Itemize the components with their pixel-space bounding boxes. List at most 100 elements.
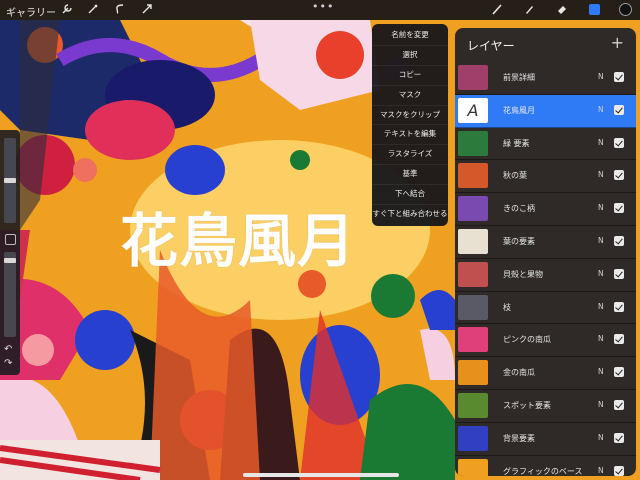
layer-name: 金の南瓜 — [503, 368, 535, 378]
layers-icon[interactable] — [589, 4, 600, 15]
brush-size-slider[interactable] — [4, 138, 16, 223]
layer-visibility-checkbox[interactable] — [614, 432, 624, 443]
layer-row[interactable]: スポット要素 N — [455, 390, 636, 423]
add-layer-button[interactable]: + — [611, 33, 624, 52]
brush-size-thumb[interactable] — [4, 178, 16, 183]
blend-mode-button[interactable]: N — [598, 138, 604, 147]
layer-row[interactable]: A 花鳥風月 N — [455, 94, 636, 128]
layer-row[interactable]: 葉の要素 N — [455, 226, 636, 259]
more-options-icon[interactable]: ••• — [312, 0, 334, 13]
menu-item-select[interactable]: 選択 — [372, 46, 448, 66]
layer-visibility-checkbox[interactable] — [614, 268, 624, 279]
redo-icon[interactable]: ↷ — [4, 358, 12, 369]
layer-row[interactable]: ピンクの南瓜 N — [455, 324, 636, 358]
undo-icon[interactable]: ↶ — [4, 344, 12, 355]
layer-visibility-checkbox[interactable] — [614, 465, 624, 476]
layer-visibility-checkbox[interactable] — [614, 72, 624, 82]
menu-item-rename[interactable]: 名前を変更 — [372, 26, 448, 46]
layer-name: 背景要素 — [503, 433, 535, 443]
layer-name: ピンクの南瓜 — [503, 335, 551, 345]
menu-item-mask[interactable]: マスク — [372, 86, 448, 106]
layer-name: スポット要素 — [503, 400, 551, 410]
layer-name: 緑 要素 — [503, 138, 530, 148]
layer-context-menu: 名前を変更 選択 コピー マスク マスクをクリップ テキストを編集 ラスタライズ… — [372, 24, 448, 226]
layer-name: きのこ柄 — [503, 204, 535, 214]
layer-name: 葉の要素 — [503, 236, 535, 246]
blend-mode-button[interactable]: N — [598, 72, 604, 81]
opacity-slider[interactable] — [4, 252, 16, 337]
blend-mode-button[interactable]: N — [598, 236, 604, 245]
layer-thumbnail — [458, 392, 488, 418]
blend-mode-button[interactable]: N — [598, 203, 604, 212]
menu-item-copy[interactable]: コピー — [372, 66, 448, 86]
layer-thumbnail — [458, 360, 488, 386]
layer-thumbnail — [458, 130, 488, 156]
brush-icon[interactable] — [490, 3, 504, 17]
layer-visibility-checkbox[interactable] — [614, 104, 624, 115]
layer-thumbnail — [458, 196, 488, 222]
top-toolbar: ギャラリー ••• — [0, 0, 640, 20]
selection-icon[interactable] — [113, 3, 127, 17]
layer-visibility-checkbox[interactable] — [614, 235, 624, 246]
layer-thumbnail — [458, 261, 488, 287]
menu-item-edit-text[interactable]: テキストを編集 — [372, 125, 448, 146]
layer-thumbnail — [458, 65, 488, 90]
layer-name: グラフィックのベース — [503, 466, 583, 476]
layer-row[interactable]: 秋の葉 N — [455, 160, 636, 194]
layers-panel-title: レイヤー — [467, 39, 515, 53]
canvas-text: 花鳥風月 — [120, 207, 357, 275]
blend-mode-button[interactable]: N — [598, 170, 604, 179]
home-indicator[interactable] — [243, 473, 399, 477]
layer-name: 前景詳細 — [503, 73, 535, 82]
layer-thumbnail — [458, 228, 488, 254]
layer-row[interactable]: 枝 N — [455, 292, 636, 325]
layer-thumbnail — [458, 163, 488, 189]
layer-name: 貝殻と果物 — [503, 269, 543, 279]
adjustments-icon[interactable] — [86, 3, 100, 17]
smudge-icon[interactable] — [522, 3, 536, 17]
color-icon[interactable] — [619, 3, 632, 16]
opacity-thumb[interactable] — [4, 258, 16, 263]
layer-name: 枝 — [503, 302, 511, 312]
layer-visibility-checkbox[interactable] — [614, 203, 624, 214]
menu-item-clipping-mask[interactable]: マスクをクリップ — [372, 106, 448, 126]
menu-item-merge-down[interactable]: 下へ結合 — [372, 185, 448, 206]
layer-row[interactable]: 緑 要素 N — [455, 128, 636, 161]
wrench-icon[interactable] — [60, 3, 74, 17]
layer-list: 前景詳細 N A 花鳥風月 N 緑 要素 N 秋の葉 N きのこ柄 N 葉の要素… — [455, 62, 636, 476]
layer-visibility-checkbox[interactable] — [614, 301, 624, 312]
layer-row[interactable]: グラフィックのベース N — [455, 456, 636, 476]
layer-row[interactable]: 前景詳細 N — [455, 62, 636, 95]
menu-item-reference[interactable]: 基準 — [372, 165, 448, 186]
modify-button[interactable] — [5, 234, 16, 245]
blend-mode-button[interactable]: N — [598, 400, 604, 409]
eraser-icon[interactable] — [555, 3, 569, 17]
menu-item-rasterize[interactable]: ラスタライズ — [372, 145, 448, 166]
blend-mode-button[interactable]: N — [598, 334, 604, 343]
layer-thumbnail — [458, 458, 488, 476]
layer-visibility-checkbox[interactable] — [614, 399, 624, 410]
layer-thumbnail — [458, 425, 488, 451]
layer-name: 花鳥風月 — [503, 105, 535, 115]
layer-thumbnail — [458, 294, 488, 320]
blend-mode-button[interactable]: N — [598, 302, 604, 311]
blend-mode-button[interactable]: N — [598, 466, 604, 475]
layer-row[interactable]: 貝殻と果物 N — [455, 259, 636, 292]
transform-arrow-icon[interactable] — [140, 3, 154, 17]
layer-visibility-checkbox[interactable] — [614, 137, 624, 148]
text-layer-thumbnail: A — [458, 97, 488, 123]
layer-visibility-checkbox[interactable] — [614, 367, 624, 378]
blend-mode-button[interactable]: N — [598, 433, 604, 442]
layer-visibility-checkbox[interactable] — [614, 334, 624, 345]
layer-row[interactable]: 金の南瓜 N — [455, 357, 636, 390]
layer-visibility-checkbox[interactable] — [614, 170, 624, 181]
blend-mode-button[interactable]: N — [598, 367, 604, 376]
gallery-button[interactable]: ギャラリー — [6, 4, 56, 19]
layer-row[interactable]: 背景要素 N — [455, 423, 636, 456]
blend-mode-button[interactable]: N — [598, 105, 604, 114]
layers-panel: レイヤー + 前景詳細 N A 花鳥風月 N 緑 要素 N 秋の葉 N きのこ柄… — [455, 28, 636, 476]
layer-thumbnail — [458, 327, 488, 353]
blend-mode-button[interactable]: N — [598, 269, 604, 278]
menu-item-combine-down[interactable]: すぐ下と組み合わせる — [372, 205, 448, 224]
layer-row[interactable]: きのこ柄 N — [455, 193, 636, 226]
